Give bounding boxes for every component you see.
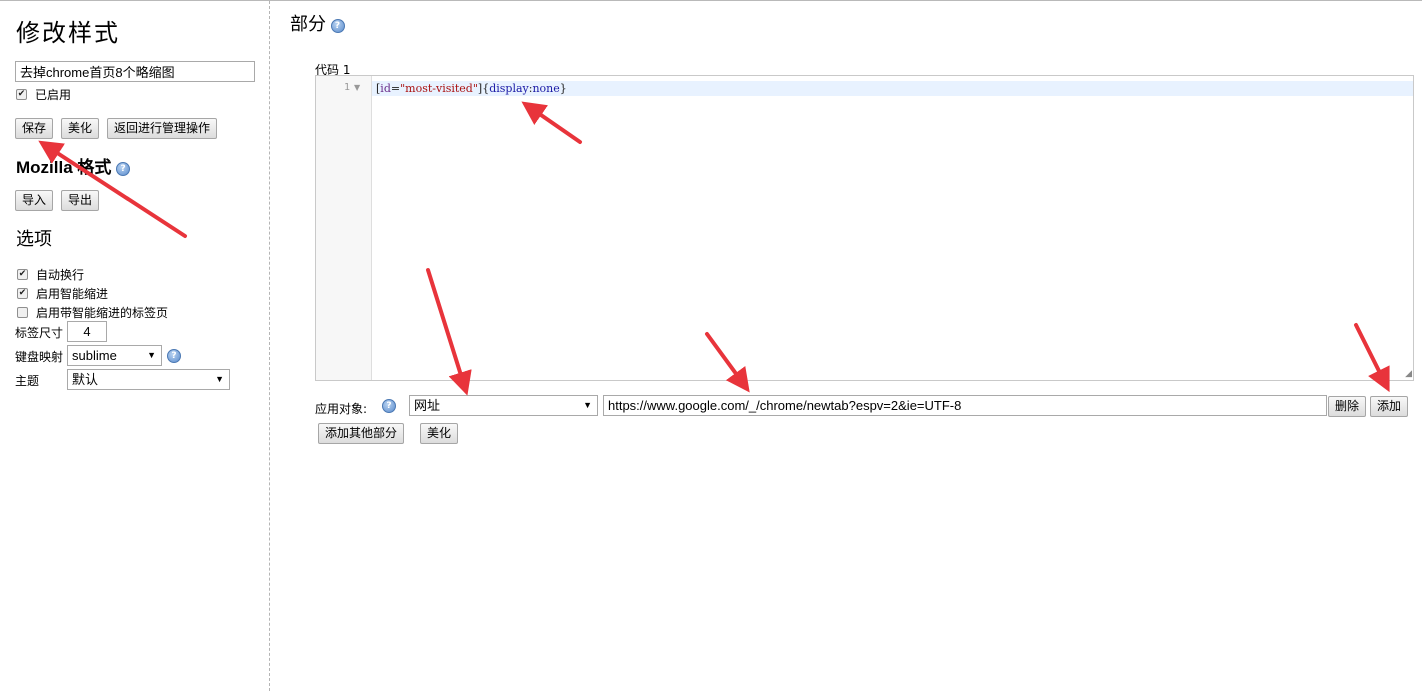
theme-label: 主题 <box>15 374 40 388</box>
main-area: 部分 ? 代码 1 1 ▼ [id="most-visited"]{displa… <box>271 1 1422 691</box>
line-number: 1 <box>343 82 350 93</box>
theme-value: 默认 <box>72 372 99 387</box>
smart-indent-label: 启用智能缩进 <box>36 287 109 301</box>
smart-indent-tabs-label: 启用带智能缩进的标签页 <box>36 306 169 320</box>
enabled-checkbox[interactable] <box>16 89 27 100</box>
mozilla-format-title: Mozilla 格式 ? <box>16 153 131 178</box>
export-button[interactable]: 导出 <box>61 190 100 211</box>
keymap-select[interactable]: sublime ▼ <box>67 345 162 366</box>
wrap-checkbox-row[interactable]: 自动换行 <box>17 266 84 283</box>
style-name-input[interactable] <box>15 61 255 82</box>
chevron-down-icon: ▼ <box>215 374 224 384</box>
resize-handle-icon[interactable]: ◢ <box>1405 369 1412 379</box>
code-line[interactable]: [id="most-visited"]{display:none} <box>376 82 567 95</box>
sidebar: 修改样式 已启用 保存 美化 返回进行管理操作 Mozilla 格式 ? 导入 … <box>0 1 270 691</box>
tab-size-label: 标签尺寸 <box>15 326 64 340</box>
add-section-button[interactable]: 添加其他部分 <box>318 423 405 444</box>
beautify-button[interactable]: 美化 <box>61 118 100 139</box>
keymap-label: 键盘映射 <box>15 350 64 364</box>
enabled-checkbox-row[interactable]: 已启用 <box>16 86 71 103</box>
wrap-label: 自动换行 <box>36 268 85 282</box>
smart-indent-checkbox[interactable] <box>17 288 28 299</box>
help-icon[interactable]: ? <box>382 399 396 413</box>
smart-indent-checkbox-row[interactable]: 启用智能缩进 <box>17 285 108 302</box>
wrap-checkbox[interactable] <box>17 269 28 280</box>
page-title: 修改样式 <box>16 21 120 47</box>
enabled-label: 已启用 <box>35 88 72 102</box>
smart-indent-tabs-checkbox[interactable] <box>17 307 28 318</box>
beautify-code-button[interactable]: 美化 <box>420 423 459 444</box>
back-to-manage-button[interactable]: 返回进行管理操作 <box>107 118 218 139</box>
save-button[interactable]: 保存 <box>15 118 54 139</box>
import-button[interactable]: 导入 <box>15 190 54 211</box>
apply-to-label: 应用对象: <box>315 402 368 416</box>
add-button[interactable]: 添加 <box>1370 396 1409 417</box>
sections-title: 部分 ? <box>290 10 345 36</box>
chevron-down-icon: ▼ <box>583 400 592 410</box>
keymap-value: sublime <box>72 348 117 363</box>
apply-url-input[interactable] <box>603 395 1327 416</box>
smart-indent-tabs-checkbox-row[interactable]: 启用带智能缩进的标签页 <box>17 304 168 321</box>
chevron-down-icon: ▼ <box>147 350 156 360</box>
theme-select[interactable]: 默认 ▼ <box>67 369 230 390</box>
apply-type-value: 网址 <box>414 398 441 413</box>
editor-gutter: 1 ▼ <box>316 76 372 380</box>
tab-size-input[interactable] <box>67 321 107 342</box>
apply-type-select[interactable]: 网址 ▼ <box>409 395 598 416</box>
delete-button[interactable]: 删除 <box>1328 396 1367 417</box>
help-icon[interactable]: ? <box>167 349 181 363</box>
options-title: 选项 <box>16 229 52 249</box>
help-icon[interactable]: ? <box>116 161 131 176</box>
code-editor[interactable]: 1 ▼ [id="most-visited"]{display:none} ◢ <box>315 75 1414 381</box>
help-icon[interactable]: ? <box>330 18 345 33</box>
fold-arrow-icon[interactable]: ▼ <box>354 83 360 92</box>
